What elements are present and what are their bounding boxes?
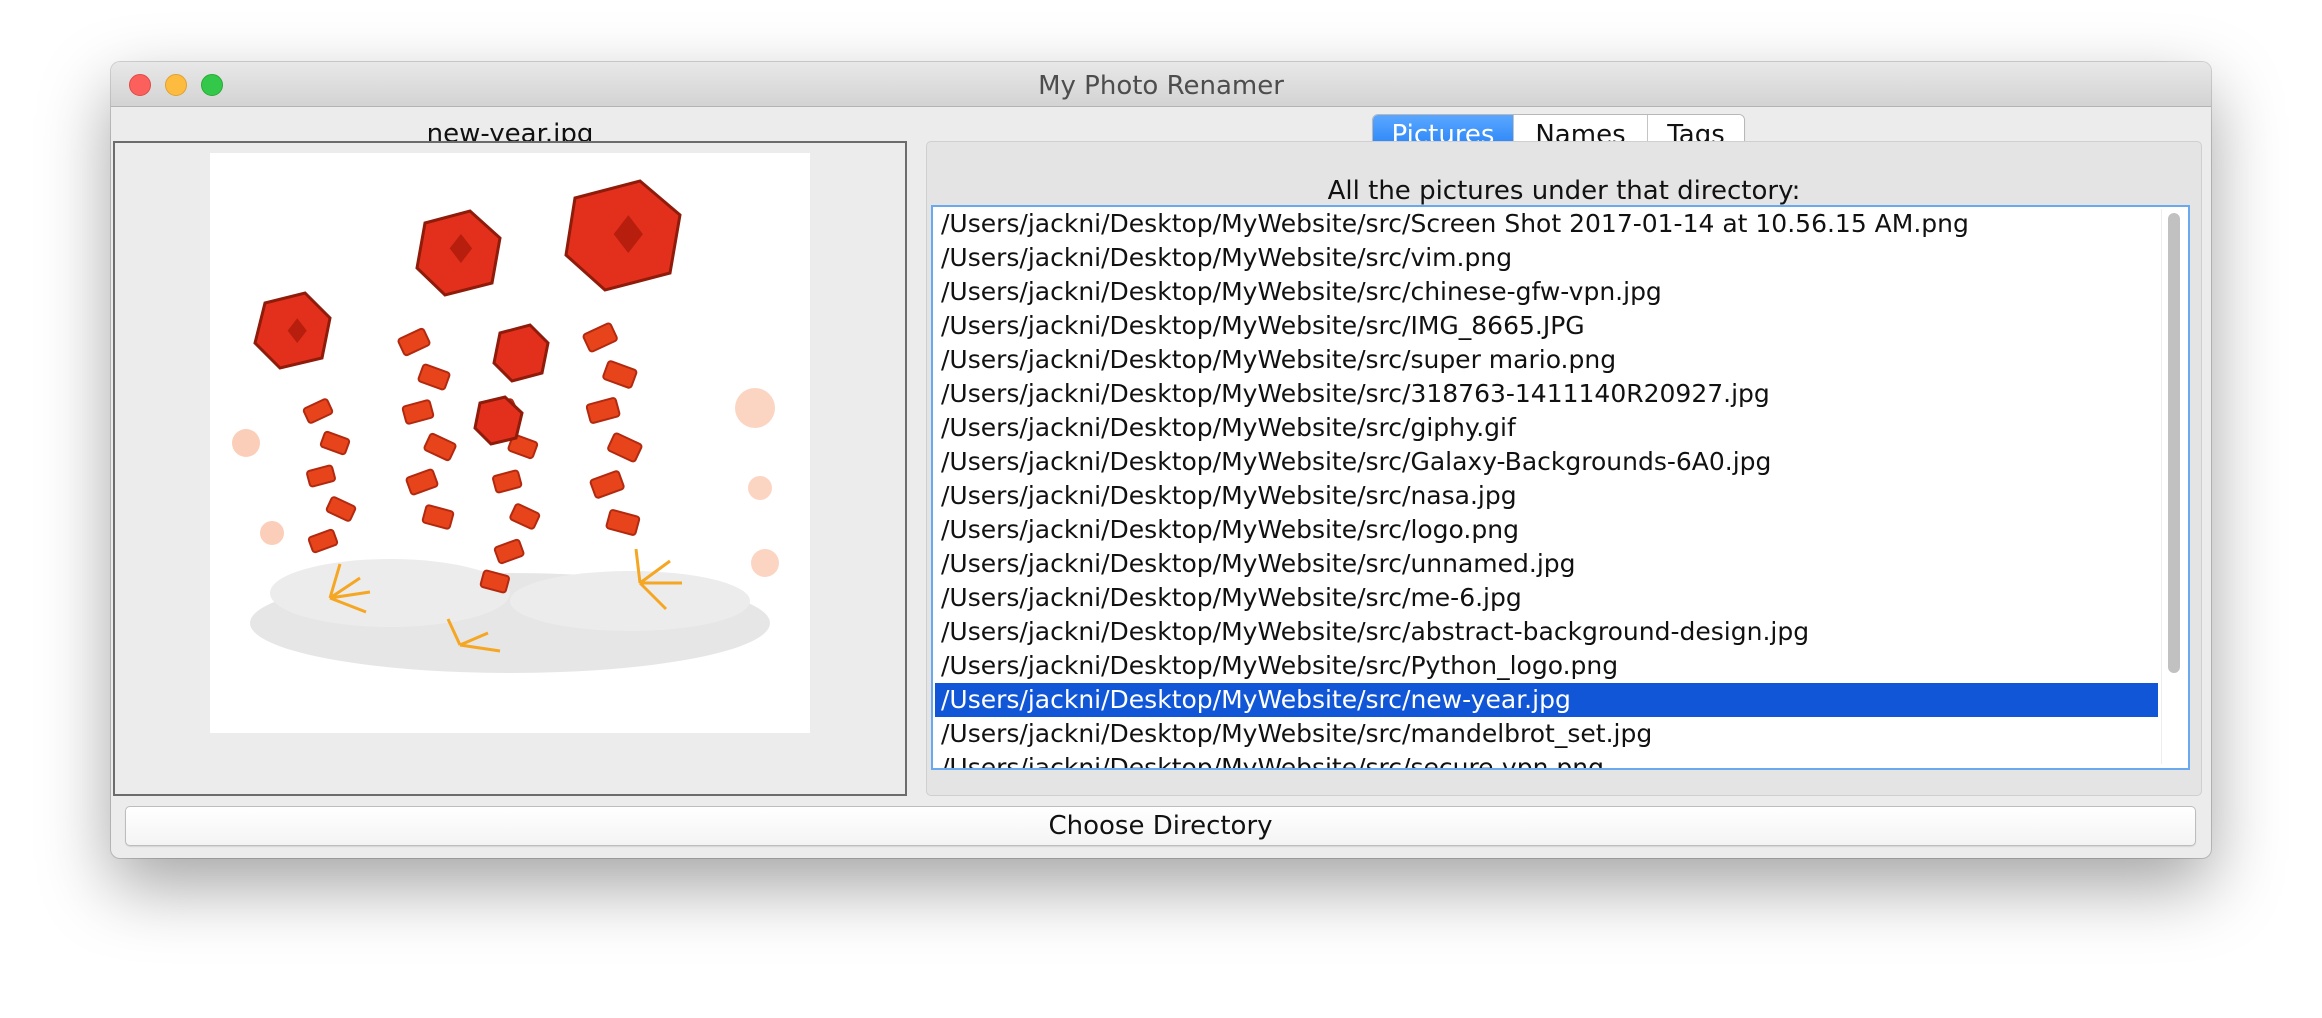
image-preview-panel: ♦ ♦ ♦ <box>113 141 907 796</box>
preview-image: ♦ ♦ ♦ <box>210 153 810 733</box>
file-list-item[interactable]: /Users/jackni/Desktop/MyWebsite/src/nasa… <box>935 479 2158 513</box>
file-list-item[interactable]: /Users/jackni/Desktop/MyWebsite/src/supe… <box>935 343 2158 377</box>
file-list-item[interactable]: /Users/jackni/Desktop/MyWebsite/src/Scre… <box>935 207 2158 241</box>
file-list-item[interactable]: /Users/jackni/Desktop/MyWebsite/src/giph… <box>935 411 2158 445</box>
scrollbar-thumb[interactable] <box>2168 213 2180 673</box>
file-list-item[interactable]: /Users/jackni/Desktop/MyWebsite/src/Gala… <box>935 445 2158 479</box>
file-list-item[interactable]: /Users/jackni/Desktop/MyWebsite/src/IMG_… <box>935 309 2158 343</box>
file-list-item[interactable]: /Users/jackni/Desktop/MyWebsite/src/vim.… <box>935 241 2158 275</box>
window-title: My Photo Renamer <box>1038 71 1284 101</box>
file-list-item[interactable]: /Users/jackni/Desktop/MyWebsite/src/logo… <box>935 513 2158 547</box>
file-list-item[interactable]: /Users/jackni/Desktop/MyWebsite/src/secu… <box>935 751 2158 768</box>
title-bar[interactable]: My Photo Renamer <box>111 62 2211 107</box>
picture-file-list[interactable]: /Users/jackni/Desktop/MyWebsite/src/Scre… <box>931 205 2190 770</box>
app-window: My Photo Renamer new-year.jpg ♦ ♦ ♦ Pict… <box>111 62 2211 858</box>
firecracker-illustration: ♦ ♦ ♦ <box>232 179 779 673</box>
svg-text:♦: ♦ <box>605 206 652 266</box>
file-list-item[interactable]: /Users/jackni/Desktop/MyWebsite/src/3187… <box>935 377 2158 411</box>
file-list-item[interactable]: /Users/jackni/Desktop/MyWebsite/src/unna… <box>935 547 2158 581</box>
list-caption: All the pictures under that directory: <box>1327 176 1801 206</box>
pictures-tab-panel: All the pictures under that directory: /… <box>926 141 2202 796</box>
file-list-item[interactable]: /Users/jackni/Desktop/MyWebsite/src/abst… <box>935 615 2158 649</box>
file-list-item[interactable]: /Users/jackni/Desktop/MyWebsite/src/new-… <box>935 683 2158 717</box>
file-list-item[interactable]: /Users/jackni/Desktop/MyWebsite/src/mand… <box>935 717 2158 751</box>
choose-directory-button[interactable]: Choose Directory <box>125 806 2196 846</box>
file-list-items: /Users/jackni/Desktop/MyWebsite/src/Scre… <box>935 207 2158 768</box>
svg-text:♦: ♦ <box>282 312 312 352</box>
file-list-item[interactable]: /Users/jackni/Desktop/MyWebsite/src/chin… <box>935 275 2158 309</box>
file-list-item[interactable]: /Users/jackni/Desktop/MyWebsite/src/me-6… <box>935 581 2158 615</box>
vertical-scrollbar[interactable] <box>2161 209 2186 764</box>
svg-text:♦: ♦ <box>443 227 479 273</box>
file-list-item[interactable]: /Users/jackni/Desktop/MyWebsite/src/Pyth… <box>935 649 2158 683</box>
